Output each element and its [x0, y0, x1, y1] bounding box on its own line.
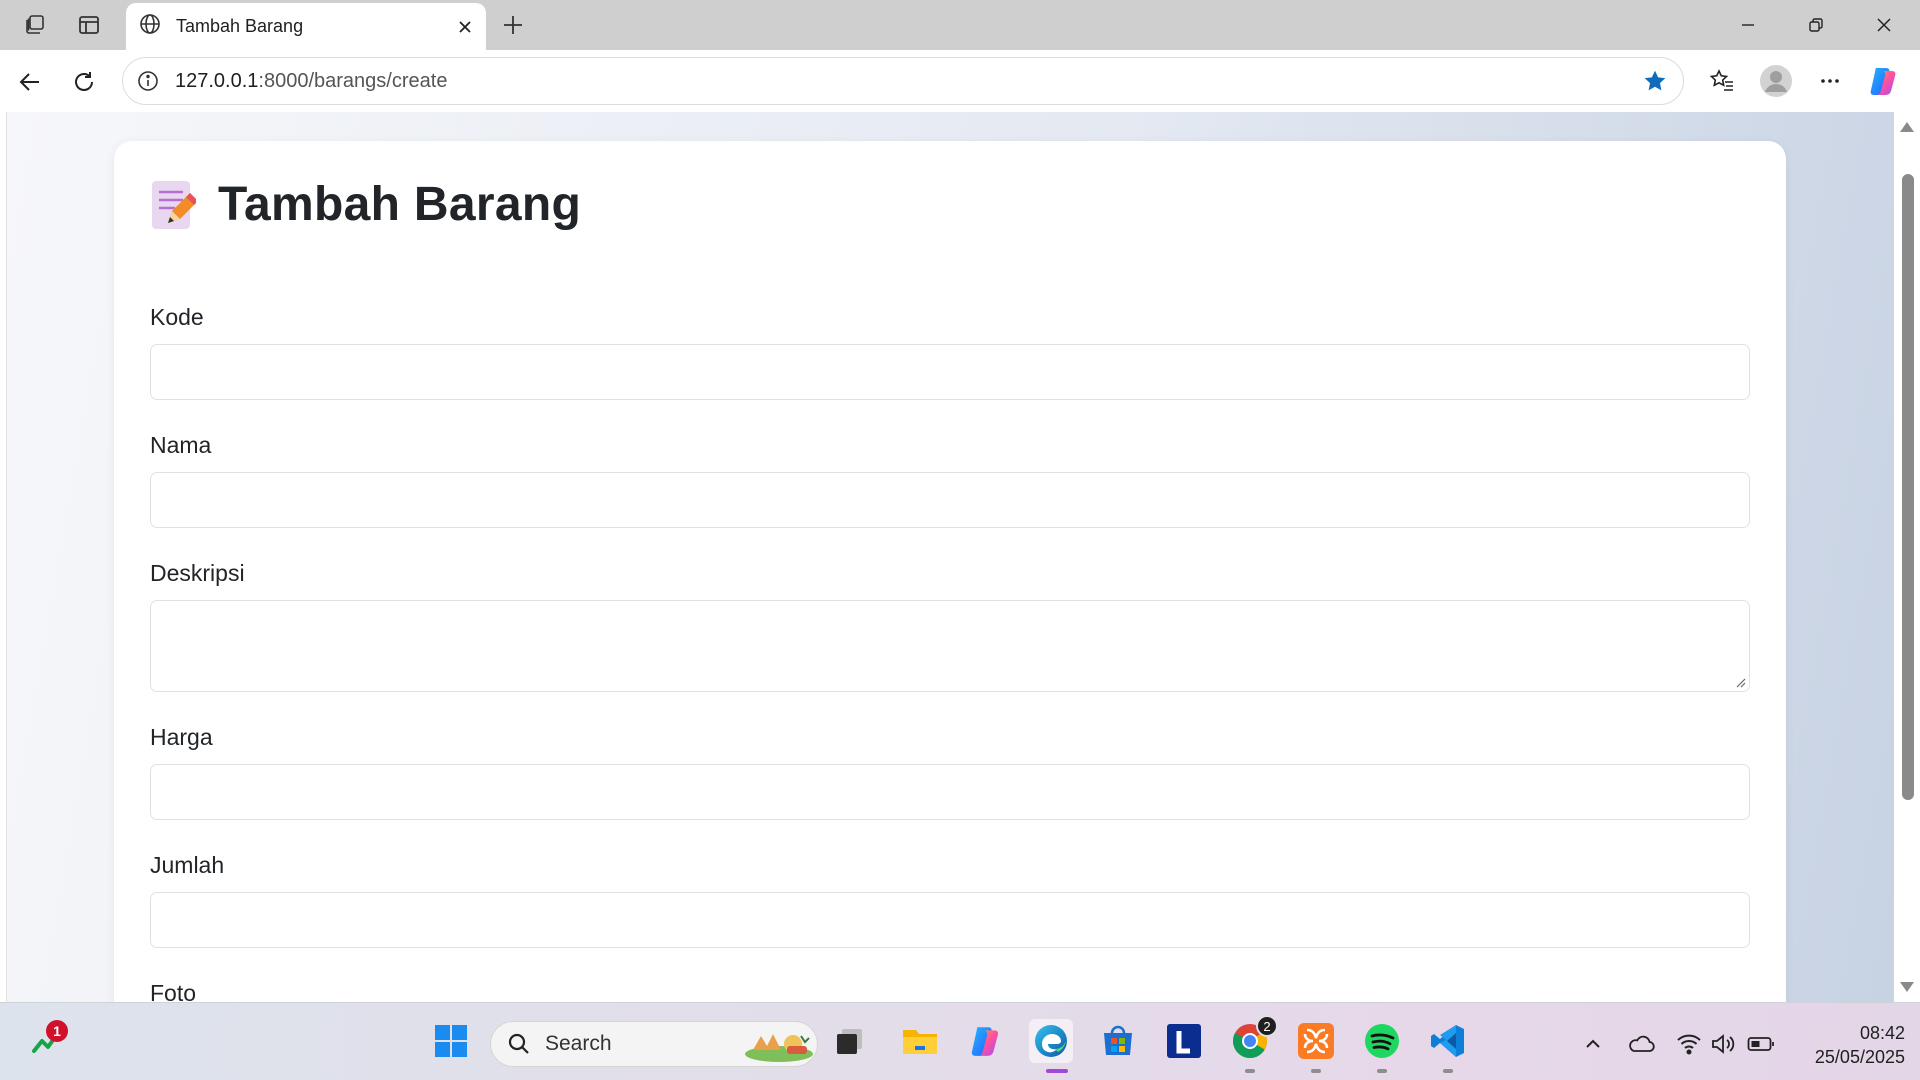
form-card: Tambah Barang Kode Nama Deskripsi Harga … — [114, 141, 1786, 1002]
address-bar[interactable]: 127.0.0.1:8000/barangs/create — [122, 57, 1684, 105]
nama-label: Nama — [150, 432, 212, 458]
search-placeholder: Search — [545, 1032, 612, 1055]
onedrive-cloud-icon[interactable] — [1626, 1029, 1656, 1059]
windows-taskbar: 1 Search 2 08:42 25/05/2025 — [0, 1002, 1920, 1080]
harga-label: Harga — [150, 724, 213, 750]
copilot-app-icon[interactable] — [964, 1019, 1008, 1063]
kode-input[interactable] — [150, 344, 1750, 400]
url-path: :8000/barangs/create — [258, 69, 448, 92]
vscode-icon[interactable] — [1426, 1019, 1470, 1063]
scroll-thumb[interactable] — [1902, 174, 1914, 800]
search-highlight-icon — [745, 1034, 813, 1062]
kode-label: Kode — [150, 304, 204, 330]
system-clock[interactable]: 08:42 25/05/2025 — [1785, 1021, 1905, 1069]
globe-icon — [138, 12, 162, 41]
nama-input[interactable] — [150, 472, 1750, 528]
url-text[interactable]: 127.0.0.1:8000/barangs/create — [175, 70, 1635, 93]
site-info-icon[interactable] — [133, 66, 163, 96]
foto-label: Foto — [150, 980, 197, 1002]
start-windows-icon[interactable] — [429, 1019, 473, 1063]
tab-close-icon[interactable] — [450, 12, 480, 42]
reload-icon[interactable] — [64, 62, 104, 102]
edge-active-indicator — [1046, 1069, 1068, 1073]
new-tab-icon[interactable] — [496, 8, 530, 42]
copilot-icon[interactable] — [1864, 61, 1904, 101]
vertical-tabs-icon[interactable] — [72, 8, 106, 42]
scroll-up-icon[interactable] — [1900, 122, 1914, 132]
url-host: 127.0.0.1 — [175, 69, 259, 92]
page-viewport: Tambah Barang Kode Nama Deskripsi Harga … — [6, 112, 1894, 1002]
battery-icon[interactable] — [1746, 1029, 1776, 1059]
widgets-badge: 1 — [46, 1020, 68, 1042]
chrome-badge: 2 — [1256, 1015, 1278, 1037]
spotify-running-indicator — [1377, 1069, 1387, 1073]
favorite-star-icon[interactable] — [1635, 61, 1675, 101]
page-title: Tambah Barang — [150, 177, 581, 232]
memo-icon — [152, 180, 196, 229]
tab-title: Tambah Barang — [176, 16, 304, 36]
chrome-running-indicator — [1245, 1069, 1255, 1073]
favorites-icon[interactable] — [1702, 61, 1742, 101]
harga-input[interactable] — [150, 764, 1750, 820]
taskbar-search[interactable]: Search — [490, 1021, 818, 1067]
jumlah-label: Jumlah — [150, 852, 225, 878]
resize-grip-icon[interactable] — [1734, 676, 1746, 688]
show-hidden-icons-chevron-up-icon[interactable] — [1578, 1029, 1608, 1059]
l-app-icon[interactable] — [1162, 1019, 1206, 1063]
clock-time: 08:42 — [1859, 1023, 1905, 1043]
scroll-down-icon[interactable] — [1900, 982, 1914, 992]
spotify-icon[interactable] — [1360, 1019, 1404, 1063]
deskripsi-textarea[interactable] — [150, 600, 1750, 692]
back-icon[interactable] — [10, 62, 50, 102]
file-explorer-icon[interactable] — [898, 1019, 942, 1063]
browser-tab-strip: Tambah Barang — [0, 0, 1920, 50]
clock-date: 25/05/2025 — [1814, 1047, 1905, 1067]
jumlah-input[interactable] — [150, 892, 1750, 948]
page-title-text: Tambah Barang — [218, 178, 582, 231]
xampp-running-indicator — [1311, 1069, 1321, 1073]
task-view-icon[interactable] — [828, 1019, 872, 1063]
xampp-icon[interactable] — [1294, 1019, 1338, 1063]
close-window-icon[interactable] — [1850, 0, 1918, 50]
more-options-icon[interactable] — [1810, 61, 1850, 101]
deskripsi-label: Deskripsi — [150, 560, 245, 586]
vscode-running-indicator — [1443, 1069, 1453, 1073]
profile-avatar-icon[interactable] — [1756, 61, 1796, 101]
microsoft-store-icon[interactable] — [1096, 1019, 1140, 1063]
restore-icon[interactable] — [1782, 0, 1850, 50]
search-icon — [508, 1033, 529, 1054]
page-scrollbar[interactable] — [1894, 112, 1920, 1002]
wifi-icon[interactable] — [1674, 1029, 1704, 1059]
browser-toolbar: 127.0.0.1:8000/barangs/create — [0, 50, 1920, 112]
minimize-icon[interactable] — [1714, 0, 1782, 50]
active-tab[interactable]: Tambah Barang — [126, 3, 486, 50]
workspaces-icon[interactable] — [18, 8, 52, 42]
volume-icon[interactable] — [1708, 1029, 1738, 1059]
edge-browser-icon[interactable] — [1029, 1019, 1073, 1063]
